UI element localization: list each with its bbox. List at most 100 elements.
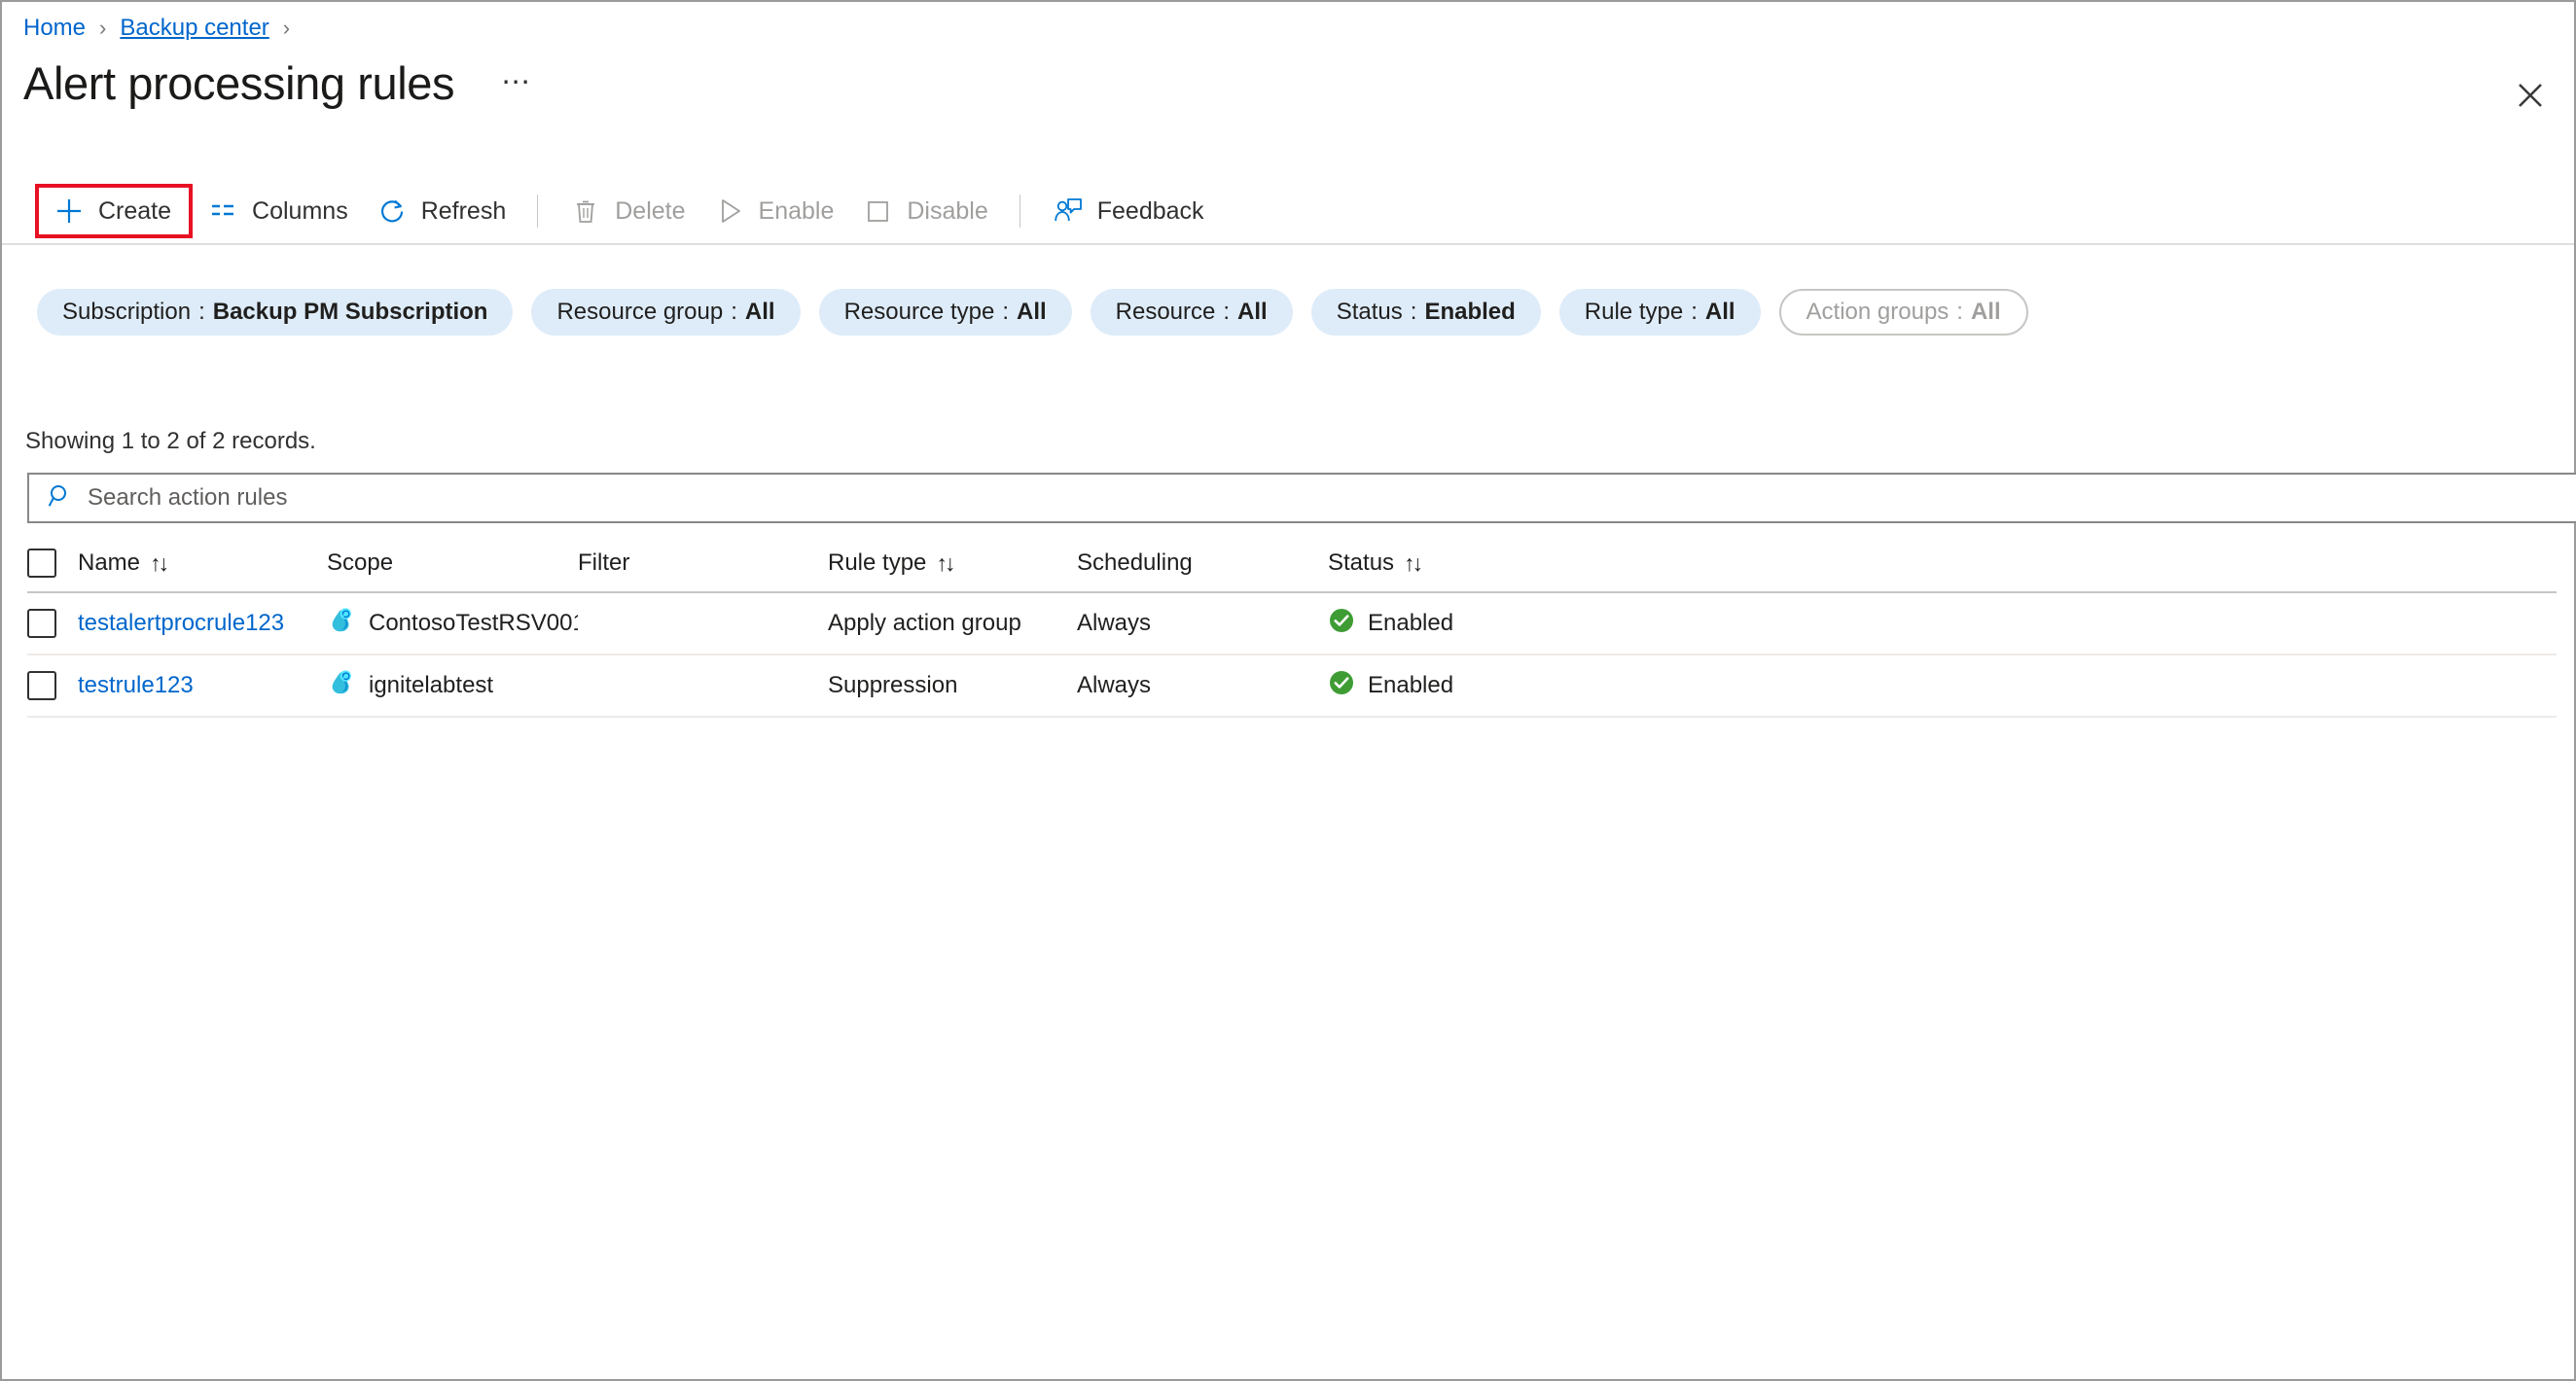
filter-pill-subscription-key: Subscription (62, 299, 192, 325)
row-checkbox[interactable] (27, 609, 56, 638)
filter-pill-colon: : (1956, 299, 1963, 325)
refresh-button[interactable]: Refresh (362, 187, 520, 235)
sort-arrows-icon: ↑↓ (1404, 549, 1423, 576)
select-all-checkbox[interactable] (27, 549, 56, 578)
filter-pill-resource-value: All (1237, 299, 1268, 325)
column-header-filter-label: Filter (578, 549, 630, 576)
scheduling-value: Always (1077, 672, 1152, 698)
row-scheduling-cell: Always (1077, 593, 1328, 654)
close-icon[interactable] (2510, 75, 2551, 116)
table-header-row: Name ↑↓ Scope Filter Rule type ↑↓ Schedu… (27, 535, 2557, 593)
command-toolbar: Create Columns Refresh Delete Enable Dis… (2, 179, 2574, 243)
status-badge: Enabled (1368, 610, 1454, 636)
breadcrumb-item-home[interactable]: Home (23, 15, 86, 42)
breadcrumb: Home › Backup center › (23, 12, 304, 45)
row-checkbox[interactable] (27, 671, 56, 700)
filter-pill-action-groups: Action groups : All (1778, 289, 2028, 336)
column-header-rule-type[interactable]: Rule type ↑↓ (828, 535, 1077, 591)
row-filter-cell (578, 655, 828, 716)
disable-button[interactable]: Disable (847, 187, 1001, 235)
column-header-status[interactable]: Status ↑↓ (1328, 535, 1581, 591)
row-scope-cell: ignitelabtest (327, 655, 578, 716)
rule-type-value: Apply action group (828, 610, 1021, 636)
row-rule-type-cell: Suppression (828, 655, 1077, 716)
disable-button-label: Disable (907, 196, 988, 225)
stop-square-icon (861, 195, 894, 228)
filter-pill-resource-group[interactable]: Resource group : All (531, 289, 801, 336)
row-rule-type-cell: Apply action group (828, 593, 1077, 654)
column-header-scheduling[interactable]: Scheduling (1077, 535, 1328, 591)
breadcrumb-item-backup-center[interactable]: Backup center (120, 15, 268, 42)
refresh-icon (376, 195, 409, 228)
column-header-scope[interactable]: Scope (327, 535, 578, 591)
delete-button[interactable]: Delete (555, 187, 698, 235)
filter-pill-action-groups-key: Action groups (1806, 299, 1950, 325)
recovery-services-vault-icon (327, 668, 356, 704)
filter-pill-colon: : (1691, 299, 1698, 325)
columns-button[interactable]: Columns (193, 187, 362, 235)
sort-arrows-icon: ↑↓ (936, 549, 955, 576)
filter-pill-subscription[interactable]: Subscription : Backup PM Subscription (37, 289, 514, 336)
table-row[interactable]: testalertprocrule123 ContosoTestRSV001 A… (27, 593, 2557, 655)
scope-value: ContosoTestRSV001 (369, 610, 578, 636)
row-name-cell: testalertprocrule123 (78, 593, 327, 654)
play-icon (713, 195, 746, 228)
enable-button-label: Enable (758, 196, 835, 225)
column-header-scope-label: Scope (327, 549, 394, 576)
column-header-rule-type-label: Rule type (828, 549, 927, 576)
check-circle-icon (1328, 669, 1355, 703)
create-button-label: Create (98, 196, 172, 225)
filter-pill-colon: : (731, 299, 737, 325)
columns-button-label: Columns (252, 196, 348, 225)
create-button-highlight: Create (35, 184, 194, 238)
feedback-button[interactable]: Feedback (1038, 187, 1218, 235)
filter-pill-status-value: Enabled (1424, 299, 1516, 325)
filter-pill-rule-type-value: All (1704, 299, 1735, 325)
filter-pill-colon: : (1410, 299, 1417, 325)
create-button[interactable]: Create (39, 188, 189, 234)
filter-pill-resource-type[interactable]: Resource type : All (818, 289, 1072, 336)
check-circle-icon (1328, 607, 1355, 641)
toolbar-divider (537, 195, 539, 228)
title-row: Alert processing rules ⋯ (23, 55, 539, 110)
breadcrumb-separator-icon-2: › (282, 16, 291, 40)
delete-button-label: Delete (615, 196, 686, 225)
more-options-button[interactable]: ⋯ (495, 68, 539, 97)
column-header-name[interactable]: Name ↑↓ (78, 535, 327, 591)
sort-arrows-icon: ↑↓ (150, 549, 169, 576)
azure-blade-alert-processing-rules: Home › Backup center › Alert processing … (0, 0, 2576, 1381)
row-select-cell (27, 593, 78, 654)
plus-icon (53, 195, 86, 228)
filter-pill-colon: : (1002, 299, 1009, 325)
column-header-name-label: Name (78, 549, 141, 576)
row-select-cell (27, 655, 78, 716)
enable-button[interactable]: Enable (699, 187, 848, 235)
records-caption: Showing 1 to 2 of 2 records. (25, 428, 316, 454)
scope-value: ignitelabtest (369, 672, 494, 698)
filter-pill-resource-group-key: Resource group (556, 299, 724, 325)
page-title: Alert processing rules (23, 56, 455, 109)
feedback-button-label: Feedback (1096, 196, 1204, 225)
filter-pill-colon: : (198, 299, 205, 325)
filter-pill-resource-key: Resource (1115, 299, 1216, 325)
filter-pill-status[interactable]: Status : Enabled (1310, 289, 1541, 336)
columns-icon (206, 195, 239, 228)
search-action-rules-box[interactable] (27, 473, 2576, 523)
search-input[interactable] (88, 475, 2498, 521)
filter-pill-rule-type[interactable]: Rule type : All (1558, 289, 1761, 336)
filter-pill-bar: Subscription : Backup PM Subscription Re… (37, 289, 2028, 336)
feedback-icon (1052, 195, 1085, 228)
column-header-filter[interactable]: Filter (578, 535, 828, 591)
rule-name-link[interactable]: testrule123 (78, 672, 194, 699)
column-header-status-label: Status (1328, 549, 1395, 576)
filter-pill-resource-type-value: All (1016, 299, 1047, 325)
row-status-cell: Enabled (1328, 655, 1581, 716)
refresh-button-label: Refresh (420, 196, 507, 225)
row-name-cell: testrule123 (78, 655, 327, 716)
filter-pill-resource-group-value: All (744, 299, 775, 325)
filter-pill-resource[interactable]: Resource : All (1090, 289, 1293, 336)
rule-name-link[interactable]: testalertprocrule123 (78, 610, 284, 637)
table-row[interactable]: testrule123 ignitelabtest Suppression Al… (27, 655, 2557, 718)
filter-pill-status-key: Status (1336, 299, 1403, 325)
row-status-cell: Enabled (1328, 593, 1581, 654)
